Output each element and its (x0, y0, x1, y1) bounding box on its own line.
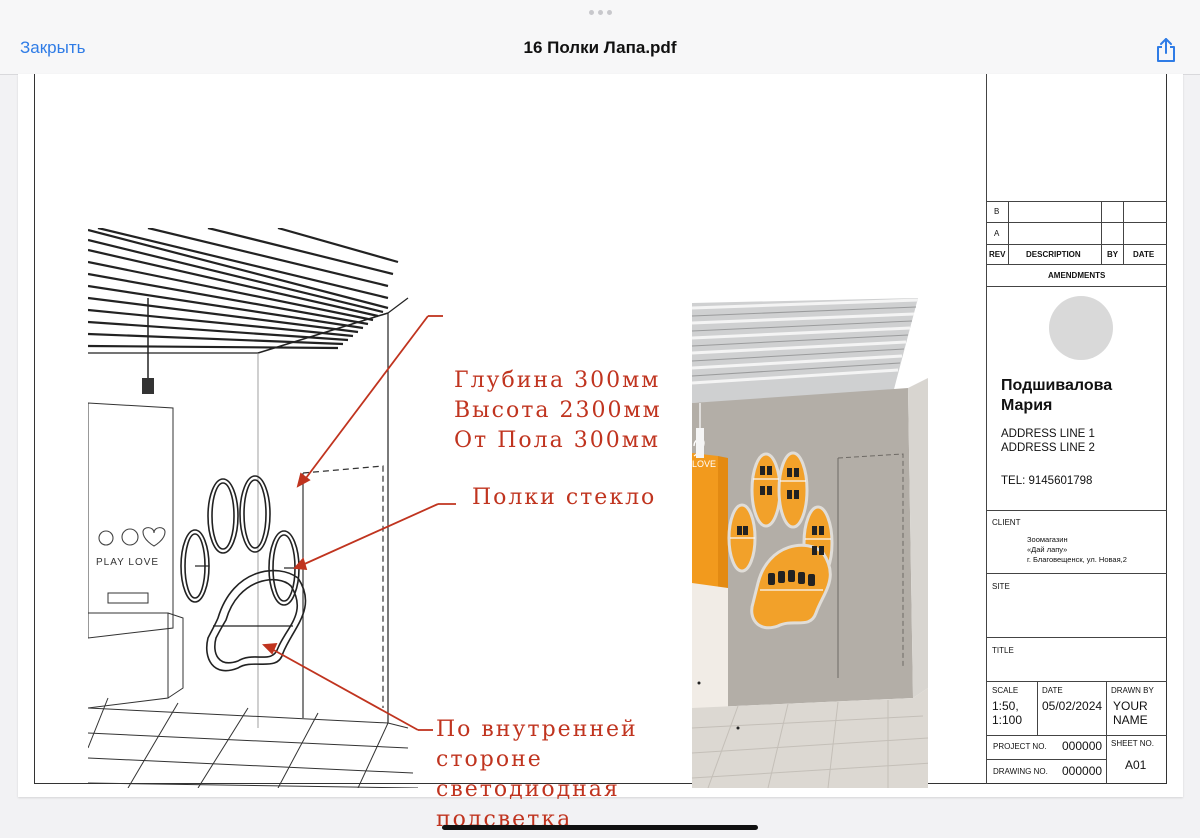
title-label: TITLE (992, 646, 1014, 655)
designer-name: Подшивалова Мария (1001, 377, 1113, 414)
annotation-depth: Глубина 300мм (454, 368, 661, 393)
sheet-no-value: A01 (1125, 758, 1147, 772)
share-icon (1157, 38, 1175, 62)
address-block: ADDRESS LINE 1 ADDRESS LINE 2 (1001, 428, 1095, 454)
share-button[interactable] (1152, 36, 1180, 64)
play-love-logo: PLAY LOVE (96, 557, 159, 568)
site-label: SITE (992, 582, 1010, 591)
annotation-inner-line2: стороне (436, 747, 543, 772)
col-rev: REV (989, 250, 1006, 259)
drawing-no-value: 000000 (1062, 764, 1103, 778)
project-no-label: PROJECT NO. (993, 742, 1047, 751)
home-indicator[interactable] (442, 825, 758, 830)
col-date: DATE (1133, 250, 1155, 259)
love-logo: LOVE (692, 459, 716, 469)
rev-b: B (994, 207, 1000, 216)
annotation-shelves: Полки стекло (472, 485, 657, 510)
grabber-handle[interactable] (589, 10, 612, 15)
document-title: 16 Полки Лапа.pdf (523, 38, 677, 57)
annotation-inner-line1: По внутренней (436, 717, 638, 742)
drawn-by-label: DRAWN BY (1111, 686, 1154, 695)
rev-a: A (994, 229, 1000, 238)
amendments-label: AMENDMENTS (1048, 271, 1106, 280)
drawing-no-label: DRAWING NO. (993, 767, 1048, 776)
drawn-by-value: YOUR NAME (1113, 699, 1148, 727)
client-details: Зоомагазин «Дай лапу» г. Благовещенск, у… (1027, 535, 1127, 564)
title-block: B A REV DESCRIPTION BY DATE AMENDMENTS П… (986, 74, 1167, 784)
scale-label: SCALE (992, 686, 1019, 695)
close-button[interactable]: Закрыть (20, 38, 85, 58)
project-no-value: 000000 (1062, 739, 1103, 753)
col-by: BY (1107, 250, 1119, 259)
telephone: TEL: 9145601798 (1001, 475, 1093, 487)
date-label: DATE (1042, 686, 1063, 695)
drawing-area: PLAY LOVE LOVE Глубина 300мм Высота 2300… (88, 228, 928, 832)
date-value: 05/02/2024 (1042, 699, 1103, 713)
avatar (1049, 296, 1113, 360)
client-label: CLIENT (992, 518, 1021, 527)
annotation-inner-line3: светодиодная (436, 777, 620, 802)
pdf-page[interactable]: PLAY LOVE LOVE Глубина 300мм Высота 2300… (18, 74, 1183, 832)
scale-value: 1:50, 1:100 (992, 699, 1023, 727)
top-bar: Закрыть 16 Полки Лапа.pdf (0, 0, 1200, 75)
col-description: DESCRIPTION (1026, 250, 1081, 259)
annotation-from-floor: От Пола 300мм (454, 428, 660, 453)
sheet-no-label: SHEET NO. (1111, 739, 1154, 748)
annotation-inner-line4: подсветка (436, 807, 573, 832)
annotation-height: Высота 2300мм (454, 398, 662, 423)
